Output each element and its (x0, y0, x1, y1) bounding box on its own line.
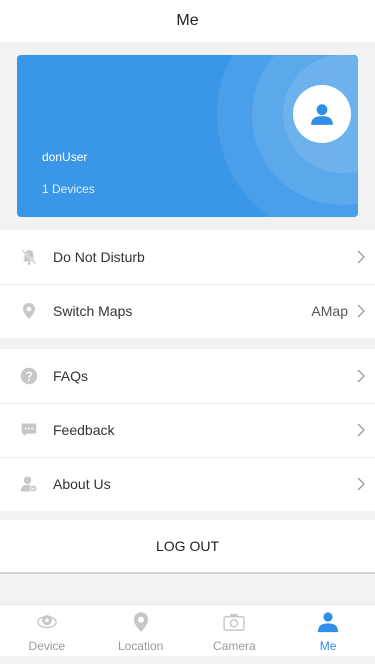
tab-label: Location (117, 639, 164, 653)
menu-item-feedback[interactable]: Feedback (0, 403, 375, 457)
tab-camera[interactable]: Camera (188, 605, 282, 656)
tab-bar: Device Location Camera Me (0, 604, 375, 656)
tab-label: Me (319, 639, 337, 653)
menu-item-label: Switch Maps (53, 303, 133, 319)
tab-label: Device (28, 639, 66, 653)
menu-item-faqs[interactable]: FAQs (0, 349, 375, 403)
device-icon (36, 611, 58, 633)
bell-off-icon (19, 247, 39, 267)
chevron-right-icon (357, 477, 365, 491)
map-pin-icon (19, 301, 39, 321)
chevron-right-icon (357, 250, 365, 264)
camera-icon (223, 611, 245, 633)
chevron-right-icon (357, 423, 365, 437)
map-provider-value: AMap (311, 303, 348, 319)
menu-item-about-us[interactable]: About Us (0, 457, 375, 511)
avatar[interactable] (293, 85, 351, 143)
profile-card[interactable]: donUser 1 Devices (17, 55, 358, 217)
tab-label: Camera (213, 639, 256, 653)
menu-item-switch-maps[interactable]: Switch Maps AMap (0, 284, 375, 338)
chevron-right-icon (357, 369, 365, 383)
tab-location[interactable]: Location (94, 605, 188, 656)
logout-button[interactable]: LOG OUT (0, 520, 375, 574)
tab-device[interactable]: Device (0, 605, 94, 656)
menu-item-label: About Us (53, 476, 111, 492)
logout-label: LOG OUT (155, 538, 219, 554)
settings-group-2: FAQs Feedback About Us (0, 349, 375, 511)
tab-me[interactable]: Me (281, 605, 375, 656)
person-icon (317, 611, 339, 633)
user-info-icon (19, 474, 39, 494)
profile-username: donUser (42, 150, 88, 164)
menu-item-label: FAQs (53, 368, 89, 384)
location-pin-icon (130, 611, 152, 633)
profile-device-count: 1 Devices (42, 182, 95, 196)
person-icon (311, 104, 333, 125)
menu-item-label: Feedback (53, 422, 115, 438)
menu-item-do-not-disturb[interactable]: Do Not Disturb (0, 230, 375, 284)
menu-item-label: Do Not Disturb (53, 249, 145, 265)
nav-bar: Me (0, 0, 375, 42)
chevron-right-icon (357, 304, 365, 318)
page-title: Me (176, 12, 199, 29)
question-icon (19, 366, 39, 386)
chat-bubble-icon (19, 420, 39, 440)
settings-group-1: Do Not Disturb Switch Maps AMap (0, 230, 375, 338)
